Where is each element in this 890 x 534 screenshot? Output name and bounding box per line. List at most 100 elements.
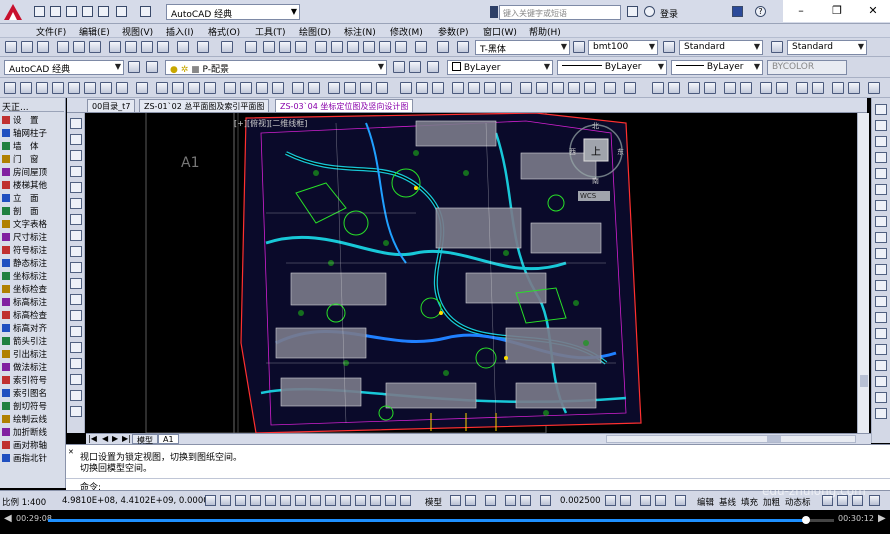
table-style-icon[interactable]	[771, 41, 783, 53]
tab-model[interactable]: 模型	[132, 434, 158, 445]
array-icon[interactable]	[875, 168, 887, 179]
workspace-settings-icon[interactable]	[128, 61, 140, 73]
insert-block-icon[interactable]	[70, 278, 82, 289]
snap-icon[interactable]	[220, 495, 231, 506]
sc-icon[interactable]	[400, 495, 411, 506]
tab-nav-last-icon[interactable]: ▶|	[122, 434, 131, 443]
baseline-toggle[interactable]: 基线	[719, 496, 736, 508]
ucs-zaxis-icon[interactable]	[520, 82, 532, 94]
named-ucs-icon[interactable]	[624, 82, 636, 94]
arc-length-icon[interactable]	[36, 82, 48, 94]
polar-icon[interactable]	[265, 495, 276, 506]
layout-icon[interactable]	[668, 82, 680, 94]
search-expander[interactable]	[490, 6, 498, 18]
table-style-combo[interactable]: Standard ▼	[787, 40, 867, 55]
login-link[interactable]: 登录	[660, 7, 678, 20]
save-icon[interactable]	[66, 6, 77, 17]
tab-layout-a1[interactable]: A1	[158, 434, 179, 444]
edit-toggle[interactable]: 编辑	[697, 496, 714, 508]
tab-nav-prev-icon[interactable]: ◀	[102, 434, 108, 443]
add-selected-icon[interactable]	[70, 406, 82, 417]
draworder-icon[interactable]	[875, 392, 887, 403]
xref-icon[interactable]	[868, 82, 880, 94]
tangent-menu-item[interactable]: 剖 面	[2, 205, 64, 218]
pline-icon[interactable]	[70, 134, 82, 145]
hatch-icon[interactable]	[724, 82, 736, 94]
rotate-icon[interactable]	[875, 200, 887, 211]
tangent-menu-item[interactable]: 立 面	[2, 192, 64, 205]
block-editor-icon[interactable]	[177, 41, 189, 53]
menu-view[interactable]: 视图(V)	[122, 25, 153, 38]
open-file-icon[interactable]	[21, 41, 33, 53]
viewport-controls-label[interactable]: [+][俯视][二维线框]	[234, 118, 307, 129]
linetype-combo[interactable]: ByLayer ▼	[557, 60, 667, 75]
model-space-toggle[interactable]: 模型	[425, 496, 442, 508]
print-icon[interactable]	[57, 41, 69, 53]
cut-icon[interactable]	[109, 41, 121, 53]
lock-ui-icon[interactable]	[620, 495, 631, 506]
minimize-icon[interactable]: –	[783, 0, 819, 22]
ucs-object-icon[interactable]	[468, 82, 480, 94]
tolerance-icon[interactable]	[224, 82, 236, 94]
circle-icon[interactable]	[70, 198, 82, 209]
new-icon[interactable]	[34, 6, 45, 17]
ducs-icon[interactable]	[325, 495, 336, 506]
point-icon[interactable]	[832, 82, 844, 94]
jogged-linear-icon[interactable]	[272, 82, 284, 94]
ucs-3point-icon[interactable]	[536, 82, 548, 94]
tangent-menu-item[interactable]: 符号标注	[2, 244, 64, 257]
trim-icon[interactable]	[875, 248, 887, 259]
grid-icon[interactable]	[688, 82, 700, 94]
osnap-icon[interactable]	[280, 495, 291, 506]
zoom-window-icon[interactable]	[279, 41, 291, 53]
ucs-view-icon[interactable]	[484, 82, 496, 94]
help-tool-icon[interactable]	[415, 41, 427, 53]
region-icon[interactable]	[760, 82, 772, 94]
menu-window[interactable]: 窗口(W)	[483, 25, 517, 38]
tab-doc-3[interactable]: ZS-03`04 坐标定位图及竖向设计图	[275, 99, 414, 112]
ordinate-icon[interactable]	[52, 82, 64, 94]
tab-doc-2[interactable]: ZS-01`02 总平面图及索引平面图	[139, 99, 270, 112]
tab-nav-next-icon[interactable]: ▶	[112, 434, 118, 443]
tangent-menu-item[interactable]: 画对称轴	[2, 439, 64, 452]
block-icon[interactable]	[796, 82, 808, 94]
qnew-icon[interactable]	[5, 41, 17, 53]
move-icon[interactable]	[328, 82, 340, 94]
properties-icon[interactable]	[315, 41, 327, 53]
center-mark-icon[interactable]	[240, 82, 252, 94]
hscroll-thumb[interactable]	[767, 436, 781, 442]
undo-tool-icon[interactable]	[197, 41, 209, 53]
calculator-icon[interactable]	[437, 41, 449, 53]
transparency-icon[interactable]	[370, 495, 381, 506]
menu-tools[interactable]: 工具(T)	[255, 25, 286, 38]
undo-icon[interactable]	[116, 6, 127, 17]
toolbar-lock-icon[interactable]	[540, 495, 551, 506]
ucs-x-icon[interactable]	[552, 82, 564, 94]
continue-icon[interactable]	[172, 82, 184, 94]
jogged-icon[interactable]	[84, 82, 96, 94]
maximize-viewport-icon[interactable]	[485, 495, 496, 506]
vertical-scrollbar[interactable]	[857, 113, 869, 433]
linear-dim-icon[interactable]	[4, 82, 16, 94]
saveas-icon[interactable]	[82, 6, 93, 17]
erase-icon[interactable]	[875, 104, 887, 115]
radius-icon[interactable]	[68, 82, 80, 94]
tangent-menu-item[interactable]: 做法标注	[2, 361, 64, 374]
precision-readout[interactable]: 0.002500	[560, 496, 601, 506]
search-input[interactable]: 键入关键字或短语	[499, 5, 621, 20]
menu-insert[interactable]: 插入(I)	[166, 25, 194, 38]
redo-tool-icon[interactable]	[221, 41, 233, 53]
menu-dimension[interactable]: 标注(N)	[344, 25, 376, 38]
grid-display-icon[interactable]	[235, 495, 246, 506]
hardware-accel-icon[interactable]	[640, 495, 651, 506]
inspect-icon[interactable]	[256, 82, 268, 94]
ucs-apply-icon[interactable]	[604, 82, 616, 94]
layer-state-icon[interactable]	[427, 61, 439, 73]
menu-modify[interactable]: 修改(M)	[390, 25, 423, 38]
dim-style-icon[interactable]	[663, 41, 675, 53]
close-icon[interactable]: ✕	[855, 0, 890, 22]
tangent-menu-item[interactable]: 箭头引注	[2, 335, 64, 348]
quick-dim-icon[interactable]	[136, 82, 148, 94]
tangent-menu-item[interactable]: 轴网柱子	[2, 127, 64, 140]
tangent-menu-item[interactable]: 墙 体	[2, 140, 64, 153]
